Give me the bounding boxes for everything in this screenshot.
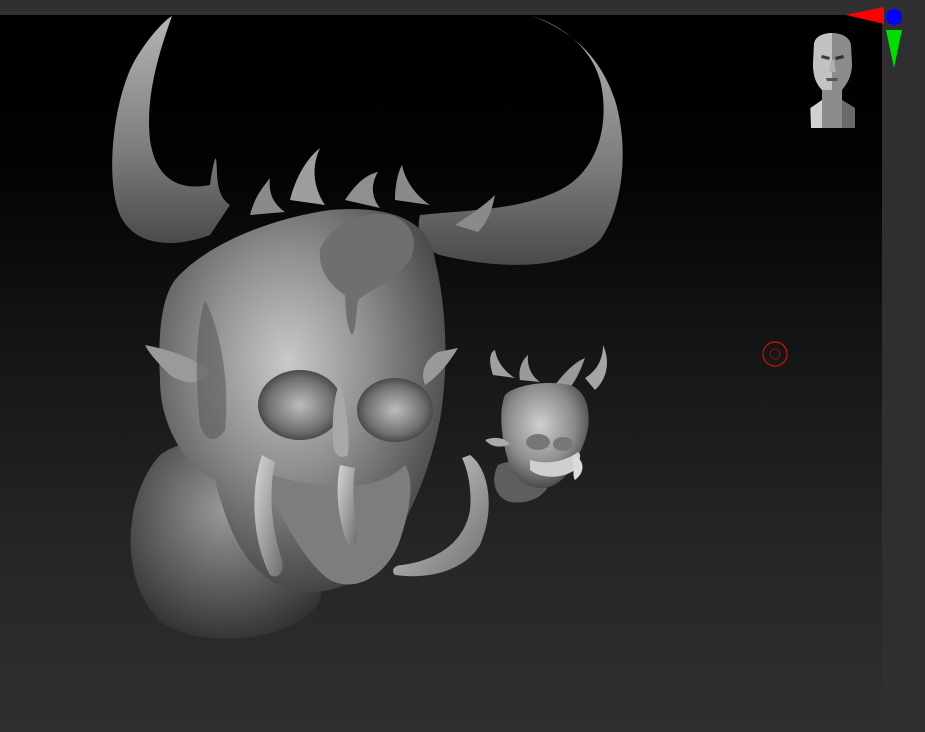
3d-viewport[interactable] xyxy=(0,15,882,732)
sculpt-scene xyxy=(112,16,623,639)
x-axis-arrow-icon[interactable] xyxy=(846,7,884,24)
head-orientation-icon[interactable] xyxy=(810,33,855,128)
demon-skull-sculpt-small[interactable] xyxy=(485,345,607,503)
axis-gizmo-icon[interactable] xyxy=(846,7,902,68)
top-title-strip xyxy=(0,0,925,15)
navigation-gizmo[interactable] xyxy=(800,0,910,135)
z-axis-dot-icon[interactable] xyxy=(886,9,902,25)
brush-target-ring-icon xyxy=(762,341,788,367)
demon-skull-sculpt-large[interactable] xyxy=(112,16,623,639)
zbrush-canvas-window xyxy=(0,0,925,732)
y-axis-arrow-icon[interactable] xyxy=(886,30,902,68)
